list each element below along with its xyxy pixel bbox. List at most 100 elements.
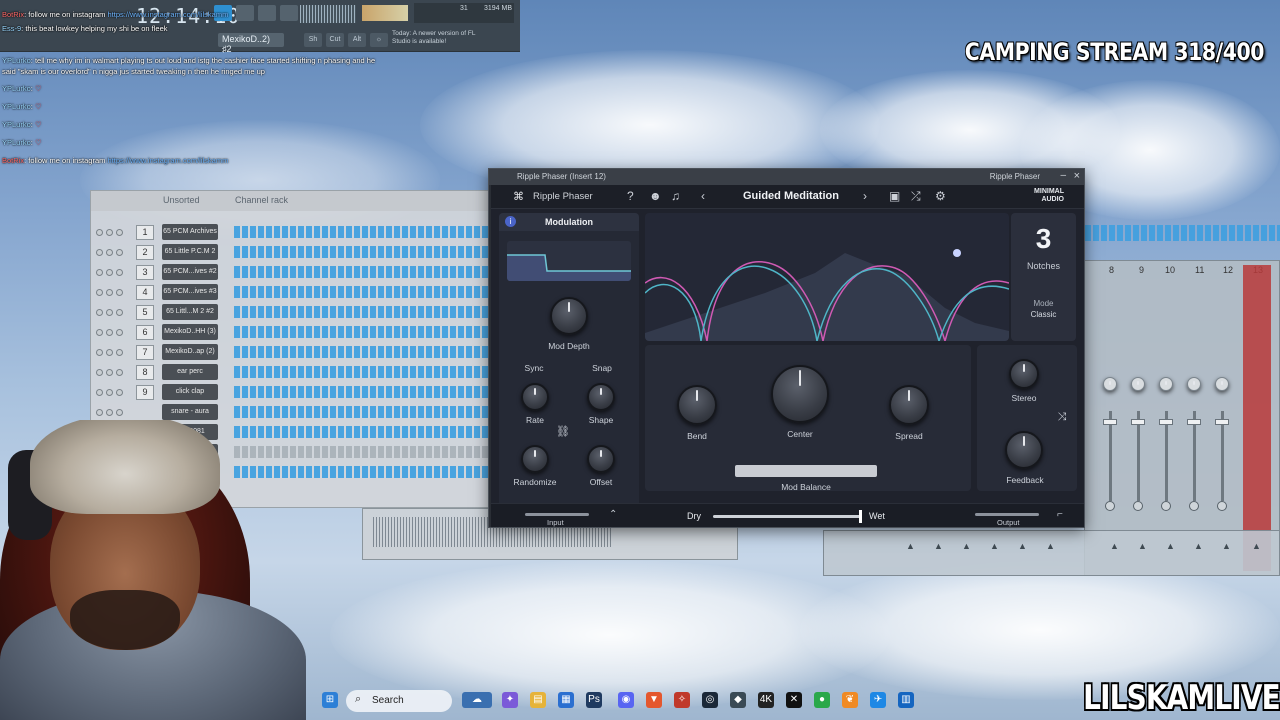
app-icon[interactable]: ✧ bbox=[674, 692, 690, 708]
step-sequencer[interactable] bbox=[234, 346, 490, 358]
send-arrow-icon[interactable]: ▲ bbox=[1138, 541, 1147, 551]
send-arrow-icon[interactable]: ▲ bbox=[1222, 541, 1231, 551]
settings-gear-icon[interactable]: ⚙ bbox=[935, 189, 946, 203]
channel-solo-button[interactable] bbox=[106, 409, 113, 416]
send-arrow-icon[interactable]: ▲ bbox=[1110, 541, 1119, 551]
snap-button[interactable]: Snap bbox=[577, 363, 627, 373]
collapse-icon[interactable]: ⌃ bbox=[609, 509, 617, 520]
stereo-knob[interactable] bbox=[1009, 359, 1039, 389]
step-sequencer[interactable] bbox=[234, 386, 490, 398]
plugin-window-titlebar[interactable]: Ripple Phaser (Insert 12) Ripple Phaser … bbox=[489, 169, 1084, 185]
mixer-channel[interactable] bbox=[1129, 291, 1149, 531]
pan-knob[interactable] bbox=[1159, 377, 1173, 391]
stop-button[interactable] bbox=[236, 5, 254, 21]
channel-mute-button[interactable] bbox=[96, 229, 103, 236]
channel-row[interactable]: 8 ear perc bbox=[96, 364, 490, 382]
channel-select-button[interactable] bbox=[116, 409, 123, 416]
channel-solo-button[interactable] bbox=[106, 269, 113, 276]
channel-mute-button[interactable] bbox=[96, 329, 103, 336]
channel-row[interactable]: 7 MexikoD..ap (2) bbox=[96, 344, 490, 362]
channel-mute-button[interactable] bbox=[96, 289, 103, 296]
channel-row[interactable]: 4 65 PCM...ives #3 bbox=[96, 284, 490, 302]
record-button[interactable] bbox=[258, 5, 276, 21]
channel-mute-button[interactable] bbox=[96, 269, 103, 276]
channel-name-button[interactable]: ear perc bbox=[162, 364, 218, 380]
route-button[interactable] bbox=[1189, 501, 1199, 511]
bend-knob[interactable] bbox=[677, 385, 717, 425]
channel-name-button[interactable]: 65 Littl...M 2 #2 bbox=[162, 304, 218, 320]
notches-value[interactable]: 3 bbox=[1011, 223, 1076, 255]
windows-start-icon[interactable]: ⊞ bbox=[322, 692, 338, 708]
dry-wet-handle[interactable] bbox=[859, 510, 862, 523]
photoshop-icon[interactable]: Ps bbox=[586, 692, 602, 708]
channel-mute-button[interactable] bbox=[96, 349, 103, 356]
channel-name-button[interactable]: 65 Little P.C.M 2 bbox=[162, 244, 218, 260]
channel-name-button[interactable]: 65 PCM...ives #2 bbox=[162, 264, 218, 280]
channel-select-button[interactable] bbox=[116, 369, 123, 376]
step-sequencer[interactable] bbox=[234, 286, 490, 298]
shuffle-icon[interactable]: ⤮ bbox=[911, 189, 921, 204]
step-sequencer[interactable] bbox=[234, 266, 490, 278]
send-arrow-icon[interactable]: ▲ bbox=[962, 541, 971, 551]
mixer-channel[interactable] bbox=[1185, 291, 1205, 531]
pan-knob[interactable] bbox=[1215, 377, 1229, 391]
send-arrow-icon[interactable]: ▲ bbox=[990, 541, 999, 551]
step-sequencer[interactable] bbox=[234, 246, 490, 258]
offset-knob[interactable] bbox=[587, 445, 615, 473]
mixer-channel[interactable] bbox=[1213, 291, 1233, 531]
hint-icon[interactable]: ☼ bbox=[370, 33, 388, 47]
volume-fader[interactable] bbox=[1103, 419, 1117, 425]
tempo-button[interactable] bbox=[280, 5, 298, 21]
app-icon[interactable]: ▥ bbox=[898, 692, 914, 708]
send-arrow-icon[interactable]: ▲ bbox=[1166, 541, 1175, 551]
channel-mute-button[interactable] bbox=[96, 309, 103, 316]
bell-icon[interactable]: ♫ bbox=[671, 189, 680, 203]
step-sequencer[interactable] bbox=[234, 306, 490, 318]
invert-icon[interactable]: ⤨ bbox=[1053, 411, 1071, 424]
app-icon[interactable]: 4K bbox=[758, 692, 774, 708]
channel-select-button[interactable] bbox=[116, 249, 123, 256]
channel-select-button[interactable] bbox=[116, 329, 123, 336]
rack-filter[interactable]: Unsorted bbox=[163, 195, 200, 205]
sync-button[interactable]: Sync bbox=[509, 363, 559, 373]
input-gain-slider[interactable] bbox=[525, 513, 589, 516]
channel-select-button[interactable] bbox=[116, 349, 123, 356]
pattern-selector[interactable]: MexikoD..2) ♯2 bbox=[218, 33, 284, 54]
channel-row[interactable]: 3 65 PCM...ives #2 bbox=[96, 264, 490, 282]
send-arrow-icon[interactable]: ▲ bbox=[1018, 541, 1027, 551]
alt-button[interactable]: Alt bbox=[348, 33, 366, 47]
mod-depth-knob[interactable] bbox=[550, 297, 588, 335]
mod-balance-slider[interactable] bbox=[735, 465, 877, 477]
route-button[interactable] bbox=[1217, 501, 1227, 511]
discord-icon[interactable]: ◉ bbox=[618, 692, 634, 708]
step-strip[interactable] bbox=[1085, 225, 1280, 241]
channel-name-button[interactable]: MexikoD..ap (2) bbox=[162, 344, 218, 360]
minimize-icon[interactable]: – bbox=[1060, 170, 1066, 181]
clip-icon[interactable]: ⌐ bbox=[1057, 509, 1063, 520]
step-sequencer[interactable] bbox=[234, 226, 490, 238]
master-volume-meter[interactable] bbox=[362, 5, 408, 21]
step-sequencer[interactable] bbox=[234, 406, 490, 418]
selected-insert[interactable] bbox=[1243, 265, 1271, 571]
rate-knob[interactable] bbox=[521, 383, 549, 411]
pan-knob[interactable] bbox=[1131, 377, 1145, 391]
output-gain-slider[interactable] bbox=[975, 513, 1039, 516]
help-icon[interactable]: ? bbox=[627, 189, 634, 203]
channel-select-button[interactable] bbox=[116, 269, 123, 276]
capcut-icon[interactable]: ✕ bbox=[786, 692, 802, 708]
mixer-channel[interactable] bbox=[1157, 291, 1177, 531]
copilot-icon[interactable]: ✦ bbox=[502, 692, 518, 708]
route-button[interactable] bbox=[1105, 501, 1115, 511]
channel-mute-button[interactable] bbox=[96, 409, 103, 416]
channel-name-button[interactable]: click clap bbox=[162, 384, 218, 400]
prev-preset-icon[interactable]: ‹ bbox=[701, 189, 705, 203]
lfo-shape-display[interactable] bbox=[507, 241, 631, 281]
volume-fader[interactable] bbox=[1215, 419, 1229, 425]
channel-name-button[interactable]: 65 PCM...ives #3 bbox=[162, 284, 218, 300]
center-knob[interactable] bbox=[771, 365, 829, 423]
step-sequencer[interactable] bbox=[234, 326, 490, 338]
app-icon[interactable]: ● bbox=[814, 692, 830, 708]
app-icon[interactable]: ✈ bbox=[870, 692, 886, 708]
channel-solo-button[interactable] bbox=[106, 309, 113, 316]
channel-name-button[interactable]: snare - aura bbox=[162, 404, 218, 420]
